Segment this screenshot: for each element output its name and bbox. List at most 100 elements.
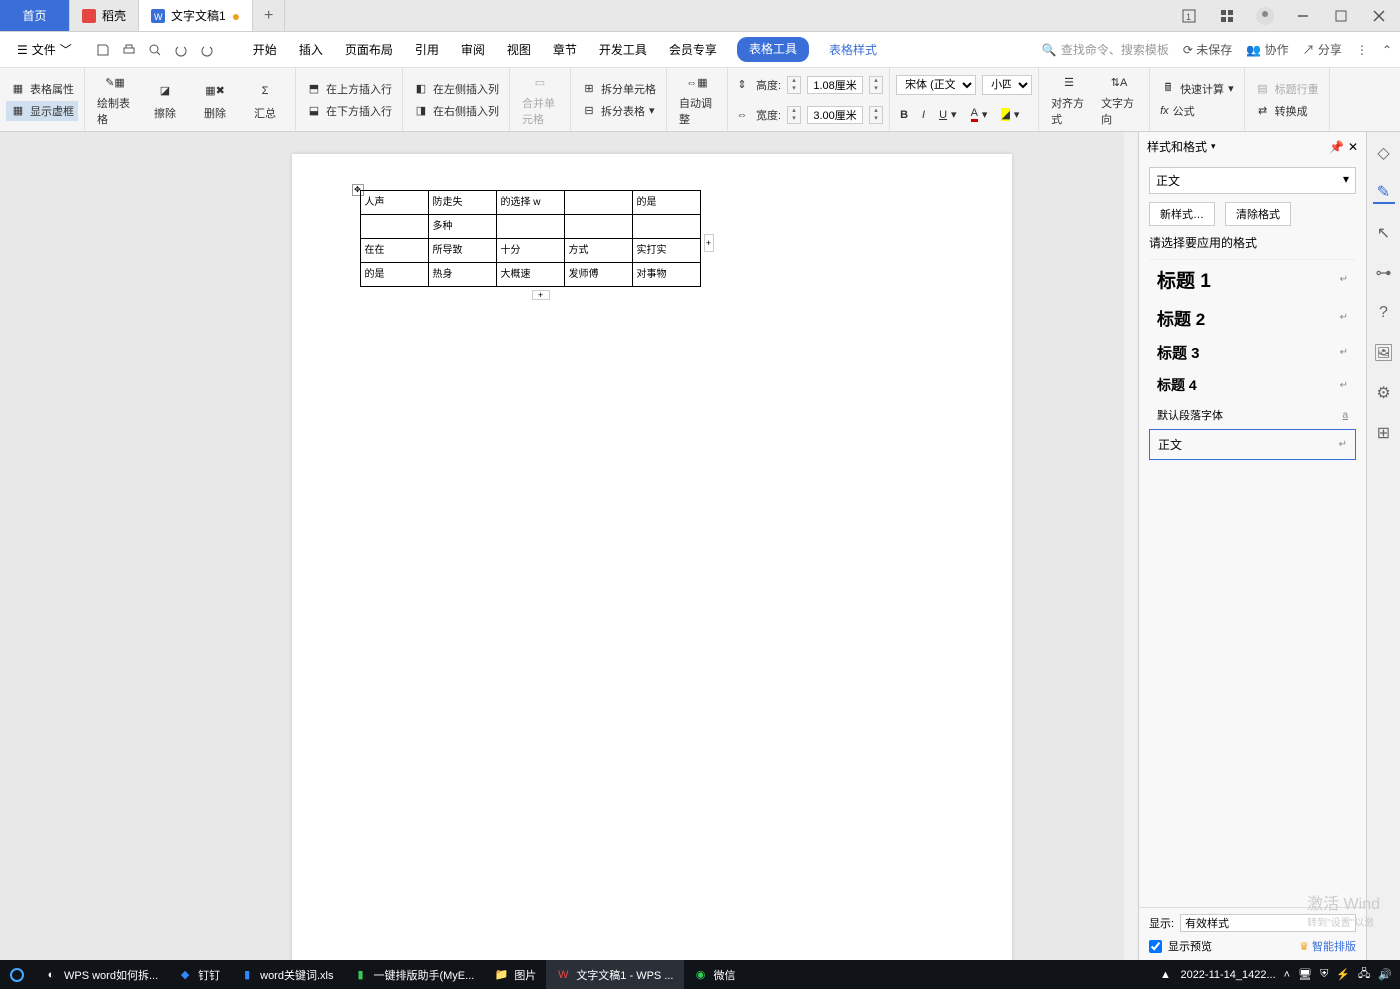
preview-checkbox[interactable] [1149,940,1162,953]
table-add-row-button[interactable]: + [532,290,550,300]
task-item-current[interactable]: W文字文稿1 - WPS ... [546,960,683,989]
style-item-body[interactable]: 正文↵ [1149,429,1356,460]
new-style-button[interactable]: 新样式… [1149,202,1215,226]
tray-battery-icon[interactable]: ⚡ [1336,968,1350,981]
menu-review[interactable]: 审阅 [459,37,487,62]
insert-row-below-button[interactable]: ⬓在下方插入行 [302,101,396,121]
delete-button[interactable]: ▦✖删除 [191,70,239,129]
eraser-button[interactable]: ◪擦除 [141,70,189,129]
rail-help-icon[interactable]: ? [1373,302,1395,324]
unsaved-indicator[interactable]: ⟳ 未保存 [1183,41,1232,58]
height-spinner-up[interactable]: ▴▾ [869,76,883,94]
text-direction-button[interactable]: ⇅A文字方向 [1095,70,1143,129]
rail-diamond-icon[interactable]: ◇ [1373,142,1395,164]
tray-up-icon[interactable]: ˄ [1284,969,1290,981]
height-spinner-down[interactable]: ▴▾ [787,76,801,94]
menu-view[interactable]: 视图 [505,37,533,62]
style-item-h2[interactable]: 标题 2↵ [1149,299,1356,336]
grid-icon[interactable] [1214,3,1240,29]
clear-format-button[interactable]: 清除格式 [1225,202,1291,226]
draw-table-button[interactable]: ✎▦绘制表格 [91,70,139,129]
preview-icon[interactable] [143,38,167,62]
save-icon[interactable] [91,38,115,62]
style-item-h1[interactable]: 标题 1↵ [1149,260,1356,299]
document-table[interactable]: 人声防走失的选择 w的是 多种 在在所导致十分方式实打实 的是热身大概速发师傅对… [360,190,701,287]
redo-icon[interactable] [195,38,219,62]
autofit-button[interactable]: ⇔▦自动调整 [673,70,721,129]
menu-section[interactable]: 章节 [551,37,579,62]
table-properties-button[interactable]: ▦表格属性 [6,79,78,99]
font-color-button[interactable]: A▾ [967,105,992,124]
chevron-down-icon[interactable]: ▾ [1211,141,1216,152]
formula-button[interactable]: fx 公式 [1156,101,1238,121]
tray-monitor-icon[interactable]: 🖥 [1298,968,1312,981]
highlight-button[interactable]: ◢▾ [997,106,1023,123]
style-item-h4[interactable]: 标题 4↵ [1149,369,1356,401]
smart-layout-link[interactable]: ♛ 智能排版 [1299,938,1356,954]
bold-button[interactable]: B [896,107,912,123]
rail-gear-icon[interactable]: ⚙ [1373,382,1395,404]
show-frame-button[interactable]: ▦显示虚框 [6,101,78,121]
file-menu[interactable]: ☰ 文件 ﹀ [8,36,81,63]
insert-col-left-button[interactable]: ◧在左侧插入列 [409,79,503,99]
rail-image-icon[interactable]: 🖼 [1373,342,1395,364]
convert-button[interactable]: ⇄转换成 [1251,101,1323,121]
menu-start[interactable]: 开始 [251,37,279,62]
menu-member[interactable]: 会员专享 [667,37,719,62]
underline-button[interactable]: U▾ [935,106,960,123]
tray-network-icon[interactable]: 🖧 [1358,965,1370,984]
table-add-col-button[interactable]: + [704,234,714,252]
task-item[interactable]: ▮一键排版助手(MyE... [343,960,484,989]
rail-tools-icon[interactable]: ⊞ [1373,422,1395,444]
collab-button[interactable]: 👥 协作 [1246,41,1288,58]
quick-calc-button[interactable]: 🖩快速计算▾ [1156,79,1238,99]
start-button[interactable] [0,960,34,989]
title-row-button[interactable]: ▤标题行重 [1251,79,1323,99]
layout-icon[interactable]: 1 [1176,3,1202,29]
insert-row-above-button[interactable]: ⬒在上方插入行 [302,79,396,99]
merge-cells-button[interactable]: ▭合并单元格 [516,70,564,129]
font-family-select[interactable]: 宋体 (正文) [896,75,976,95]
task-item[interactable]: ◆钉钉 [168,960,230,989]
show-filter-input[interactable] [1180,914,1356,932]
current-style-select[interactable]: 正文 ▾ [1149,167,1356,194]
insert-col-right-button[interactable]: ◨在右侧插入列 [409,101,503,121]
tray-shield-icon[interactable]: ⛨ [1320,968,1328,981]
tray-app-icon[interactable]: ▲ [1158,968,1172,982]
style-item-default-font[interactable]: 默认段落字体a [1149,401,1356,429]
rail-pencil-icon[interactable]: ✎ [1373,182,1395,204]
more-icon[interactable]: ⋮ [1356,43,1368,57]
close-icon[interactable]: ✕ [1348,140,1358,154]
task-item[interactable]: ▮word关键词.xls [230,960,343,989]
menu-table-style[interactable]: 表格样式 [827,37,879,62]
avatar-icon[interactable] [1252,3,1278,29]
share-button[interactable]: ↗ 分享 [1303,41,1342,58]
tab-document[interactable]: W 文字文稿1 ● [139,0,253,31]
vertical-scrollbar[interactable] [1124,132,1138,960]
style-item-h3[interactable]: 标题 3↵ [1149,336,1356,369]
minimize-button[interactable] [1290,3,1316,29]
tray-clock[interactable]: 2022-11-14_1422... [1180,969,1275,981]
menu-table-tools[interactable]: 表格工具 [737,37,809,62]
close-button[interactable] [1366,3,1392,29]
menu-devtools[interactable]: 开发工具 [597,37,649,62]
width-input[interactable] [807,106,863,124]
print-icon[interactable] [117,38,141,62]
menu-insert[interactable]: 插入 [297,37,325,62]
font-size-select[interactable]: 小四 [982,75,1032,95]
italic-button[interactable]: I [918,107,929,123]
document-canvas[interactable]: ✥ 人声防走失的选择 w的是 多种 在在所导致十分方式实打实 的是热身大概速发师… [0,132,1303,960]
width-spinner-down[interactable]: ▴▾ [787,106,801,124]
height-input[interactable] [807,76,863,94]
task-item[interactable]: 📁图片 [484,960,546,989]
split-table-button[interactable]: ⊟拆分表格 ▾ [577,101,660,121]
rail-settings-icon[interactable]: ⊶ [1373,262,1395,284]
maximize-button[interactable] [1328,3,1354,29]
tray-volume-icon[interactable]: 🔊 [1378,968,1392,981]
split-cell-button[interactable]: ⊞拆分单元格 [577,79,660,99]
tab-add[interactable]: + [253,0,285,31]
width-spinner-up[interactable]: ▴▾ [869,106,883,124]
pin-icon[interactable]: 📌 [1329,140,1344,154]
command-search[interactable]: 🔍 查找命令、搜索模板 [1042,41,1169,58]
task-item[interactable]: ◉微信 [684,960,746,989]
